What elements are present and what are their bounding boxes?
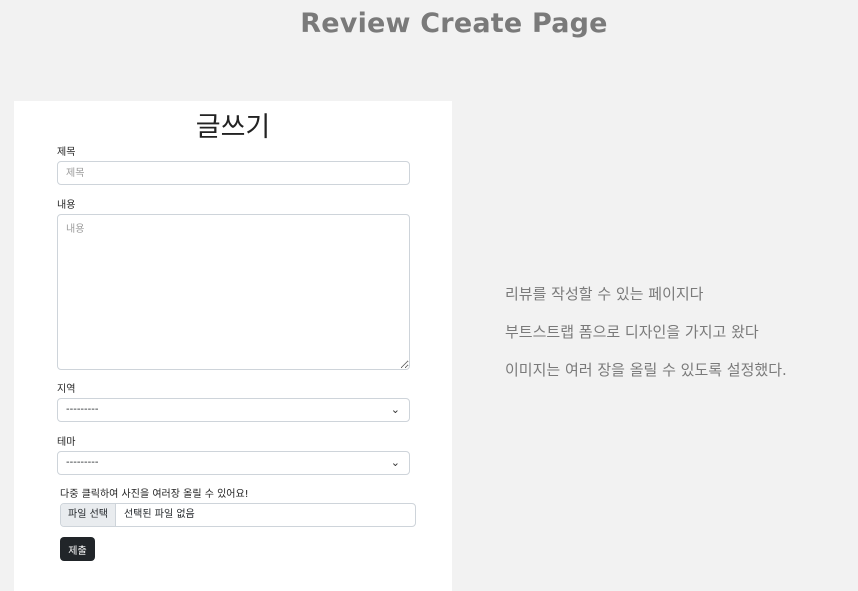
- description-line: 이미지는 여러 장을 올릴 수 있도록 설정했다.: [505, 361, 787, 379]
- theme-select[interactable]: --------- ⌄: [57, 451, 410, 475]
- chevron-down-icon: ⌄: [390, 456, 400, 469]
- description-line: 부트스트랩 폼으로 디자인을 가지고 왔다: [505, 323, 759, 341]
- file-status-text: 선택된 파일 없음: [123, 509, 195, 520]
- description-line: 리뷰를 작성할 수 있는 페이지다: [505, 285, 704, 303]
- content-textarea[interactable]: [57, 214, 410, 370]
- submit-button[interactable]: 제출: [60, 537, 95, 561]
- file-input[interactable]: 파일 선택 선택된 파일 없음: [60, 503, 416, 527]
- chevron-down-icon: ⌄: [390, 403, 400, 416]
- review-form-card: 글쓰기 제목 내용 지역 --------- ⌄ 테마 --------- ⌄ …: [14, 101, 452, 591]
- title-input[interactable]: [57, 161, 410, 185]
- region-select-value: ---------: [66, 404, 99, 415]
- page-title: Review Create Page: [300, 8, 608, 39]
- form-heading: 글쓰기: [195, 112, 271, 143]
- theme-select-value: ---------: [66, 457, 99, 468]
- theme-label: 테마: [57, 437, 76, 448]
- content-label: 내용: [57, 200, 76, 211]
- title-label: 제목: [57, 147, 76, 158]
- upload-hint: 다중 클릭하여 사진을 여러장 올릴 수 있어요!: [60, 489, 249, 500]
- region-label: 지역: [57, 384, 76, 395]
- description-panel: 리뷰를 작성할 수 있는 페이지다 부트스트랩 폼으로 디자인을 가지고 왔다 …: [505, 283, 850, 397]
- file-select-button[interactable]: 파일 선택: [61, 504, 116, 526]
- region-select[interactable]: --------- ⌄: [57, 398, 410, 422]
